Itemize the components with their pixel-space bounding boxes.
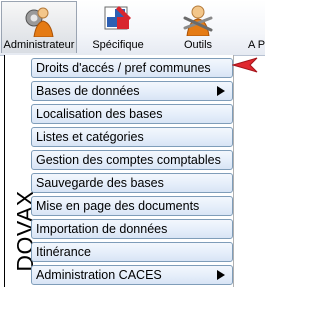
menu-item-label: Itinérance [36, 245, 91, 259]
menu-item-localisation-bases[interactable]: Localisation des bases [31, 104, 233, 124]
menu-item-bases-de-donnees[interactable]: Bases de données [31, 81, 233, 101]
submenu-arrow-icon [217, 270, 225, 280]
menu-item-gestion-comptes[interactable]: Gestion des comptes comptables [31, 150, 233, 170]
menu-item-itinerance[interactable]: Itinérance [31, 242, 233, 262]
tab-label: Administrateur [3, 39, 75, 51]
menu-item-label: Droits d'accés / pref communes [36, 61, 211, 75]
menu-item-label: Mise en page des documents [36, 199, 200, 213]
tab-specifique[interactable]: Spécifique [80, 1, 156, 53]
tab-label: Spécifique [92, 39, 144, 51]
tab-outils[interactable]: Outils [160, 1, 236, 53]
specific-tools-icon [104, 6, 131, 30]
menu-item-listes-categories[interactable]: Listes et catégories [31, 127, 233, 147]
tab-label: Outils [183, 39, 213, 51]
menu-item-administration-caces[interactable]: Administration CACES [31, 265, 233, 285]
menu-item-label: Bases de données [36, 84, 140, 98]
tab-ap[interactable]: A P [241, 1, 281, 53]
menu-item-droits-acces[interactable]: Droits d'accés / pref communes [31, 58, 233, 78]
tools-person-icon [183, 5, 213, 36]
pointer-arrow-icon [232, 57, 258, 73]
dovax-admin-panel: DOVAX Droits d'accés / pref communes Bas… [4, 55, 234, 287]
menu-item-label: Listes et catégories [36, 130, 144, 144]
menu-item-importation[interactable]: Importation de données [31, 219, 233, 239]
admin-gear-person-icon [25, 7, 54, 37]
tab-administrateur[interactable]: Administrateur [1, 1, 77, 53]
menu-item-label: Importation de données [36, 222, 168, 236]
tab-label: A P [248, 39, 266, 51]
submenu-arrow-icon [217, 86, 225, 96]
menu-item-label: Localisation des bases [36, 107, 163, 121]
menu-item-sauvegarde-bases[interactable]: Sauvegarde des bases [31, 173, 233, 193]
menu-item-label: Sauvegarde des bases [36, 176, 164, 190]
menu-item-label: Administration CACES [36, 268, 162, 282]
menu-item-mise-en-page[interactable]: Mise en page des documents [31, 196, 233, 216]
ribbon-toolbar: Administrateur Spécifique Outils A P [0, 0, 265, 56]
menu-item-label: Gestion des comptes comptables [36, 153, 221, 167]
